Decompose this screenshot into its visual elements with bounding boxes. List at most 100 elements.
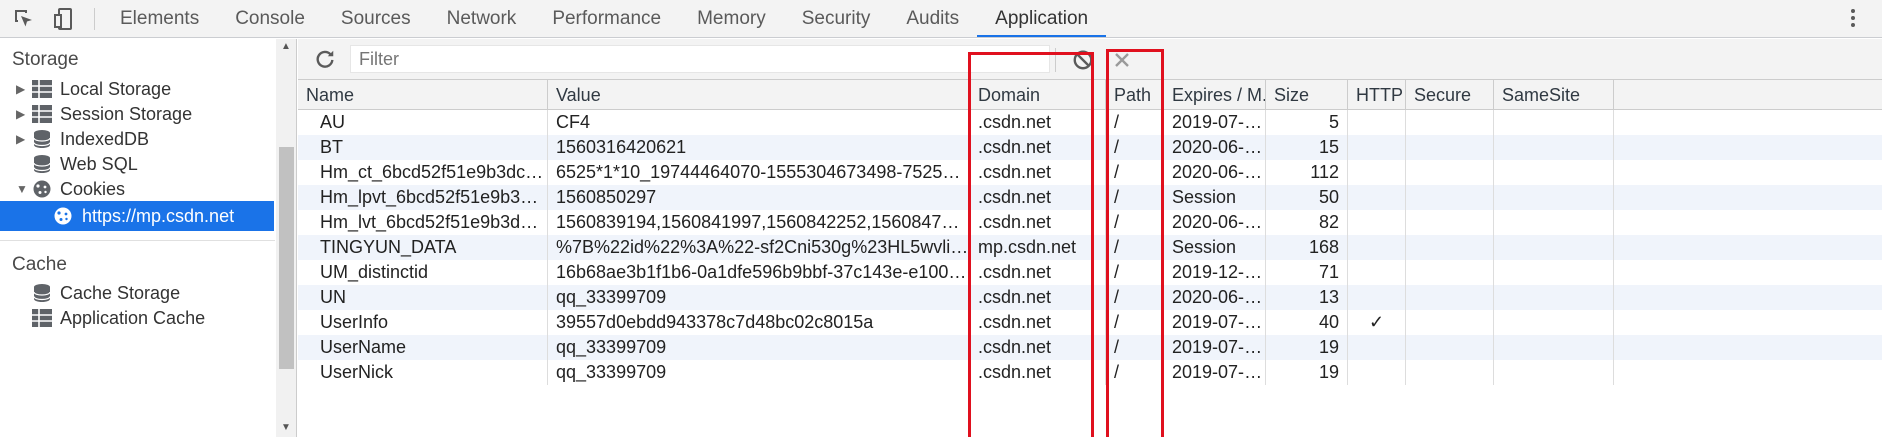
cell-size: 71 [1266, 260, 1348, 285]
cell-expires: 2019-07-12... [1164, 335, 1266, 360]
scroll-up-icon[interactable]: ▲ [281, 41, 291, 52]
cell-secure [1406, 110, 1494, 135]
scrollbar-thumb[interactable] [279, 147, 294, 369]
sidebar-scrollbar[interactable]: ▲ ▼ [276, 39, 296, 437]
cell-size: 82 [1266, 210, 1348, 235]
filter-divider [1055, 48, 1056, 72]
cell-expires: 2019-07-12... [1164, 110, 1266, 135]
table-row[interactable]: TINGYUN_DATA %7B%22id%22%3A%22-sf2Cni530g… [298, 235, 1882, 260]
cell-http [1348, 360, 1406, 385]
cell-http [1348, 235, 1406, 260]
cell-name: UserInfo [298, 310, 548, 335]
cell-path: / [1106, 285, 1164, 310]
storage-section-title: Storage [12, 49, 79, 70]
table-row[interactable]: UserNickqq_33399709.csdn.net/2019-07-12.… [298, 360, 1882, 385]
cell-domain: .csdn.net [970, 360, 1106, 385]
cell-size: 40 [1266, 310, 1348, 335]
column-header-value[interactable]: Value [548, 80, 970, 110]
expand-arrow-icon[interactable]: ▶ [16, 124, 28, 154]
table-row[interactable]: UM_distinctid 16b68ae3b1f1b6-0a1dfe596b9b… [298, 260, 1882, 285]
tab-elements[interactable]: Elements [102, 0, 217, 37]
cell-samesite [1494, 235, 1614, 260]
filter-input[interactable] [350, 45, 1050, 73]
delete-selected-icon[interactable] [1112, 50, 1132, 70]
cell-name: Hm_ct_6bcd52f51e9b3dce32bec4a3997... [298, 160, 548, 185]
column-header-http[interactable]: HTTP [1348, 80, 1406, 110]
cell-path: / [1106, 360, 1164, 385]
tab-memory[interactable]: Memory [679, 0, 784, 37]
cell-secure [1406, 235, 1494, 260]
cell-expires: 2020-06-11... [1164, 135, 1266, 160]
cell-samesite [1494, 335, 1614, 360]
cell-size: 5 [1266, 110, 1348, 135]
table-row[interactable]: UserNameqq_33399709.csdn.net/2019-07-12.… [298, 335, 1882, 360]
cell-value: 1560839194,1560841997,1560842252,1560847… [548, 210, 970, 235]
table-row[interactable]: UNqq_33399709.csdn.net/2020-06-11...13 [298, 285, 1882, 310]
cell-name: AU [298, 110, 548, 135]
cell-samesite [1494, 110, 1614, 135]
cell-domain: .csdn.net [970, 210, 1106, 235]
cell-name: Hm_lpvt_6bcd52f51e9b3dce32bec4a39... [298, 185, 548, 210]
column-header-secure[interactable]: Secure [1406, 80, 1494, 110]
cell-path: / [1106, 310, 1164, 335]
column-header-path[interactable]: Path [1106, 80, 1164, 110]
cell-http [1348, 185, 1406, 210]
tab-audits[interactable]: Audits [888, 0, 977, 37]
table-row[interactable]: AUCF4.csdn.net/2019-07-12...5 [298, 110, 1882, 135]
cookie-filter-bar [298, 39, 1882, 80]
collapse-arrow-icon[interactable]: ▼ [16, 174, 28, 204]
cell-domain: .csdn.net [970, 185, 1106, 210]
tab-console[interactable]: Console [217, 0, 323, 37]
cell-expires: 2020-06-11... [1164, 285, 1266, 310]
devtools-toolbar: Elements Console Sources Network Performance… [0, 0, 1882, 38]
cell-secure [1406, 210, 1494, 235]
table-row[interactable]: Hm_lvt_6bcd52f51e9b3dce32bec4a399...1560… [298, 210, 1882, 235]
table-row[interactable]: UserInfo 39557d0ebdd943378c7d48bc02c8015a… [298, 310, 1882, 335]
tab-application[interactable]: Application [977, 0, 1107, 37]
cell-name: Hm_lvt_6bcd52f51e9b3dce32bec4a399... [298, 210, 548, 235]
cell-samesite [1494, 210, 1614, 235]
cell-expires: 2020-06-17... [1164, 210, 1266, 235]
table-row[interactable]: Hm_lpvt_6bcd52f51e9b3dce32bec4a39...1560… [298, 185, 1882, 210]
column-header-name[interactable]: Name [298, 80, 548, 110]
device-toolbar-icon[interactable] [52, 7, 76, 31]
column-header-samesite[interactable]: SameSite [1494, 80, 1614, 110]
cell-secure [1406, 335, 1494, 360]
tab-security[interactable]: Security [784, 0, 889, 37]
cell-http [1348, 110, 1406, 135]
tab-network[interactable]: Network [429, 0, 535, 37]
cell-name: UN [298, 285, 548, 310]
table-row[interactable]: Hm_ct_6bcd52f51e9b3dce32bec4a3997...6525… [298, 160, 1882, 185]
cell-domain: .csdn.net [970, 260, 1106, 285]
cell-size: 112 [1266, 160, 1348, 185]
cell-domain: .csdn.net [970, 285, 1106, 310]
cell-path: / [1106, 235, 1164, 260]
cell-expires: 2020-06-17... [1164, 160, 1266, 185]
tab-sources[interactable]: Sources [323, 0, 429, 37]
column-header-expires[interactable]: Expires / M... [1164, 80, 1266, 110]
panel-tabs: Elements Console Sources Network Performance… [102, 0, 1107, 38]
tab-performance[interactable]: Performance [534, 0, 679, 37]
sidebar-item-cookie-origin[interactable]: https://mp.csdn.net [0, 201, 274, 231]
grid-icon [32, 309, 52, 327]
cookie-icon [33, 180, 51, 198]
cell-http [1348, 160, 1406, 185]
scroll-down-icon[interactable]: ▼ [281, 422, 291, 433]
clear-all-icon[interactable] [1072, 49, 1094, 71]
column-header-size[interactable]: Size [1266, 80, 1348, 110]
cell-secure [1406, 185, 1494, 210]
sidebar-divider [0, 240, 275, 241]
refresh-icon[interactable] [314, 48, 336, 70]
inspect-element-icon[interactable] [12, 7, 36, 31]
table-row[interactable]: BT1560316420621.csdn.net/2020-06-11...15 [298, 135, 1882, 160]
cell-samesite [1494, 360, 1614, 385]
more-options-icon[interactable] [1850, 9, 1856, 31]
column-header-domain[interactable]: Domain [970, 80, 1106, 110]
cell-samesite [1494, 185, 1614, 210]
cell-value: qq_33399709 [548, 285, 970, 310]
cell-expires: Session [1164, 235, 1266, 260]
cell-http [1348, 260, 1406, 285]
cell-domain: .csdn.net [970, 310, 1106, 335]
cell-size: 13 [1266, 285, 1348, 310]
cell-http: ✓ [1348, 310, 1406, 335]
